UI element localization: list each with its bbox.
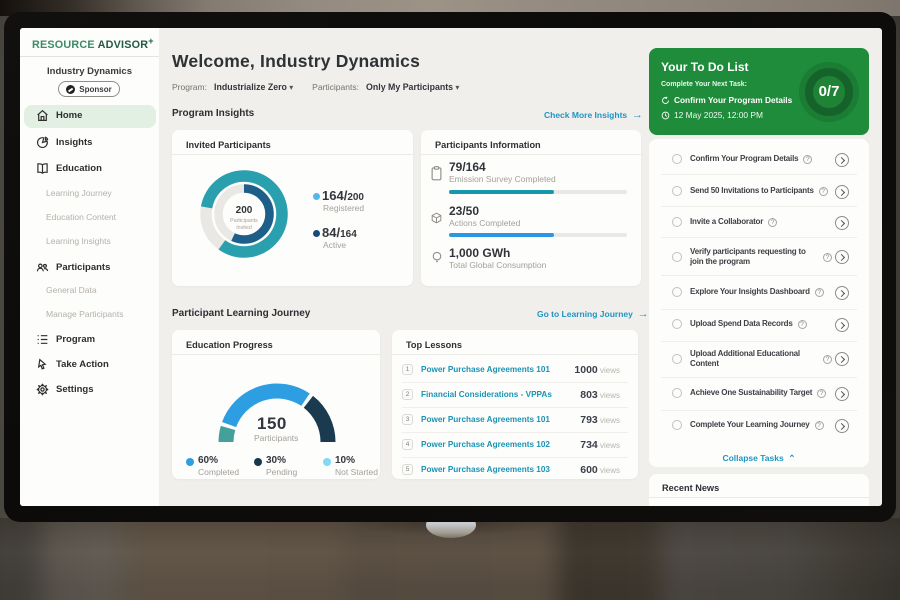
svg-text:Participants: Participants [230, 218, 258, 224]
svg-text:Invited: Invited [236, 225, 252, 231]
svg-text:200: 200 [236, 205, 253, 216]
